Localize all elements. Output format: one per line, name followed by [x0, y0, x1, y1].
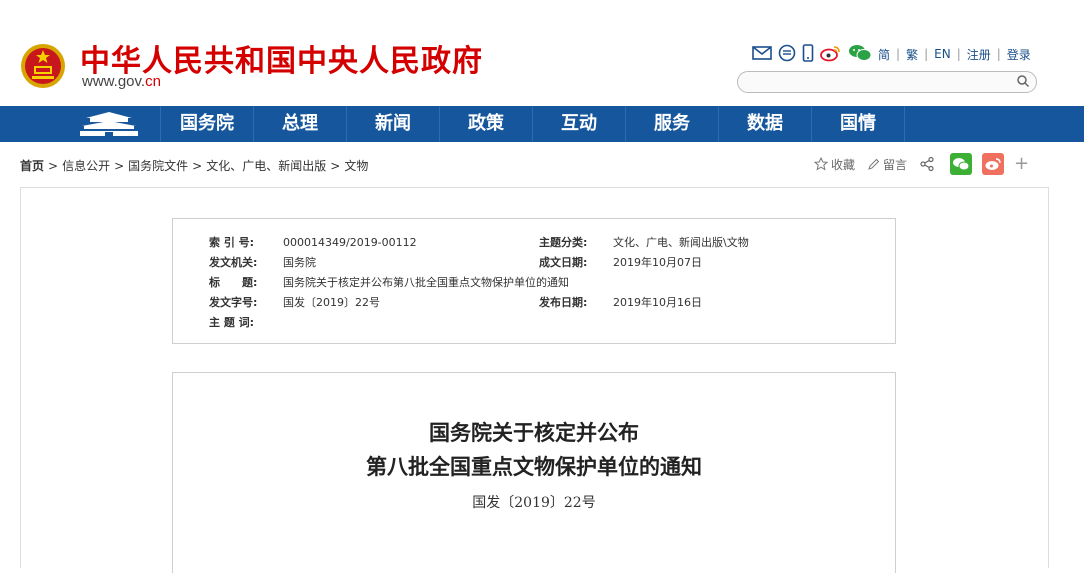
breadcrumb-item[interactable]: 文物: [344, 159, 368, 173]
link-register[interactable]: 注册: [967, 46, 991, 63]
weibo-icon[interactable]: [820, 44, 842, 65]
meta-label: 发文机关:: [209, 256, 258, 269]
link-traditional[interactable]: 繁: [906, 46, 918, 63]
meta-label: 主 题 词:: [209, 316, 255, 329]
meta-label: 标 题:: [209, 276, 258, 289]
share-weibo-button[interactable]: [982, 153, 1005, 175]
favorite-label: 收藏: [831, 157, 856, 172]
search-input[interactable]: [737, 71, 1037, 93]
nav-item-news[interactable]: 新闻: [346, 106, 439, 142]
document-metadata: 索 引 号: 000014349/2019-00112 主题分类: 文化、广电、新闻…: [172, 218, 896, 344]
site-url-cn: cn: [145, 73, 161, 90]
share-icon: [920, 156, 934, 172]
separator: |: [996, 47, 1001, 61]
more-share-icon[interactable]: +: [1014, 155, 1029, 173]
main-nav: 国务院 总理 新闻 政策 互动 服务 数据 国情: [0, 106, 1084, 142]
search-icon[interactable]: [1016, 74, 1030, 88]
meta-value: 国发〔2019〕22号: [283, 296, 380, 309]
nav-item-data[interactable]: 数据: [718, 106, 811, 142]
meta-label: 成文日期:: [539, 256, 588, 269]
site-header: 中华人民共和国中央人民政府 www.gov.cn 简 | 繁 | EN | 注册 | 登…: [0, 0, 1084, 106]
breadcrumb-item[interactable]: 信息公开: [62, 159, 110, 173]
meta-index: 索 引 号: 000014349/2019-00112: [209, 234, 417, 252]
nav-item-state-council[interactable]: 国务院: [160, 106, 253, 142]
chevron-right-icon: >: [114, 159, 125, 173]
meta-label: 主题分类:: [539, 236, 588, 249]
meta-value: 国务院: [283, 256, 316, 269]
nav-item-national-profile[interactable]: 国情: [811, 106, 905, 142]
chevron-right-icon: >: [48, 159, 59, 173]
meta-value: 000014349/2019-00112: [283, 236, 417, 249]
meta-value: 2019年10月07日: [613, 256, 702, 269]
document-title-line1: 国务院关于核定并公布: [429, 420, 639, 445]
link-english[interactable]: EN: [934, 47, 951, 61]
breadcrumb-item[interactable]: 文化、广电、新闻出版: [206, 159, 326, 173]
meta-value: 国务院关于核定并公布第八批全国重点文物保护单位的通知: [283, 276, 569, 289]
nav-item-premier[interactable]: 总理: [253, 106, 346, 142]
message-icon[interactable]: [778, 44, 796, 65]
comment-label: 留言: [883, 157, 908, 172]
link-simplified[interactable]: 简: [878, 46, 890, 63]
separator: |: [956, 47, 961, 61]
document-number: 国发〔2019〕22号: [472, 495, 596, 511]
site-url: www.gov.cn: [82, 73, 161, 90]
meta-issuer: 发文机关: 国务院: [209, 254, 316, 272]
share-button[interactable]: [919, 156, 938, 172]
breadcrumb-home[interactable]: 首页: [20, 159, 44, 173]
national-emblem-icon[interactable]: [20, 42, 66, 90]
site-url-main: www.gov.: [82, 73, 146, 90]
wechat-icon: [953, 158, 970, 171]
star-icon: [814, 157, 828, 171]
tiananmen-icon[interactable]: [78, 110, 140, 138]
meta-keywords: 主 题 词:: [209, 314, 283, 332]
nav-item-interaction[interactable]: 互动: [532, 106, 625, 142]
pencil-icon: [868, 158, 880, 170]
meta-value: 文化、广电、新闻出版\文物: [613, 236, 749, 249]
document-title-line2: 第八批全国重点文物保护单位的通知: [366, 454, 702, 479]
meta-label: 索 引 号:: [209, 236, 255, 249]
nav-item-policies[interactable]: 政策: [439, 106, 532, 142]
meta-docno: 发文字号: 国发〔2019〕22号: [209, 294, 380, 312]
meta-label: 发文字号:: [209, 296, 258, 309]
wechat-icon[interactable]: [848, 44, 872, 65]
chevron-right-icon: >: [330, 159, 341, 173]
favorite-button[interactable]: 收藏: [814, 156, 855, 173]
document-body: 国务院关于核定并公布 第八批全国重点文物保护单位的通知 国发〔2019〕22号: [172, 372, 896, 573]
top-links: 简 | 繁 | EN | 注册 | 登录: [752, 43, 1031, 65]
mail-icon[interactable]: [752, 45, 772, 64]
meta-label: 发布日期:: [539, 296, 588, 309]
meta-published: 发布日期: 2019年10月16日: [539, 294, 702, 312]
share-wechat-button[interactable]: [950, 153, 973, 175]
meta-title: 标 题: 国务院关于核定并公布第八批全国重点文物保护单位的通知: [209, 274, 569, 292]
meta-topic: 主题分类: 文化、广电、新闻出版\文物: [539, 234, 749, 252]
breadcrumb-item[interactable]: 国务院文件: [128, 159, 188, 173]
page-tools: 收藏 留言 +: [814, 150, 1029, 178]
link-login[interactable]: 登录: [1007, 46, 1031, 63]
nav-item-services[interactable]: 服务: [625, 106, 718, 142]
weibo-icon: [985, 158, 1001, 170]
chevron-right-icon: >: [192, 159, 203, 173]
meta-created: 成文日期: 2019年10月07日: [539, 254, 702, 272]
separator: |: [896, 47, 901, 61]
nav-items: 国务院 总理 新闻 政策 互动 服务 数据 国情: [160, 106, 905, 142]
comment-button[interactable]: 留言: [867, 156, 907, 173]
mobile-icon[interactable]: [802, 43, 814, 65]
breadcrumb: 首页 > 信息公开 > 国务院文件 > 文化、广电、新闻出版 > 文物: [20, 157, 368, 174]
meta-value: 2019年10月16日: [613, 296, 702, 309]
separator: |: [924, 47, 929, 61]
